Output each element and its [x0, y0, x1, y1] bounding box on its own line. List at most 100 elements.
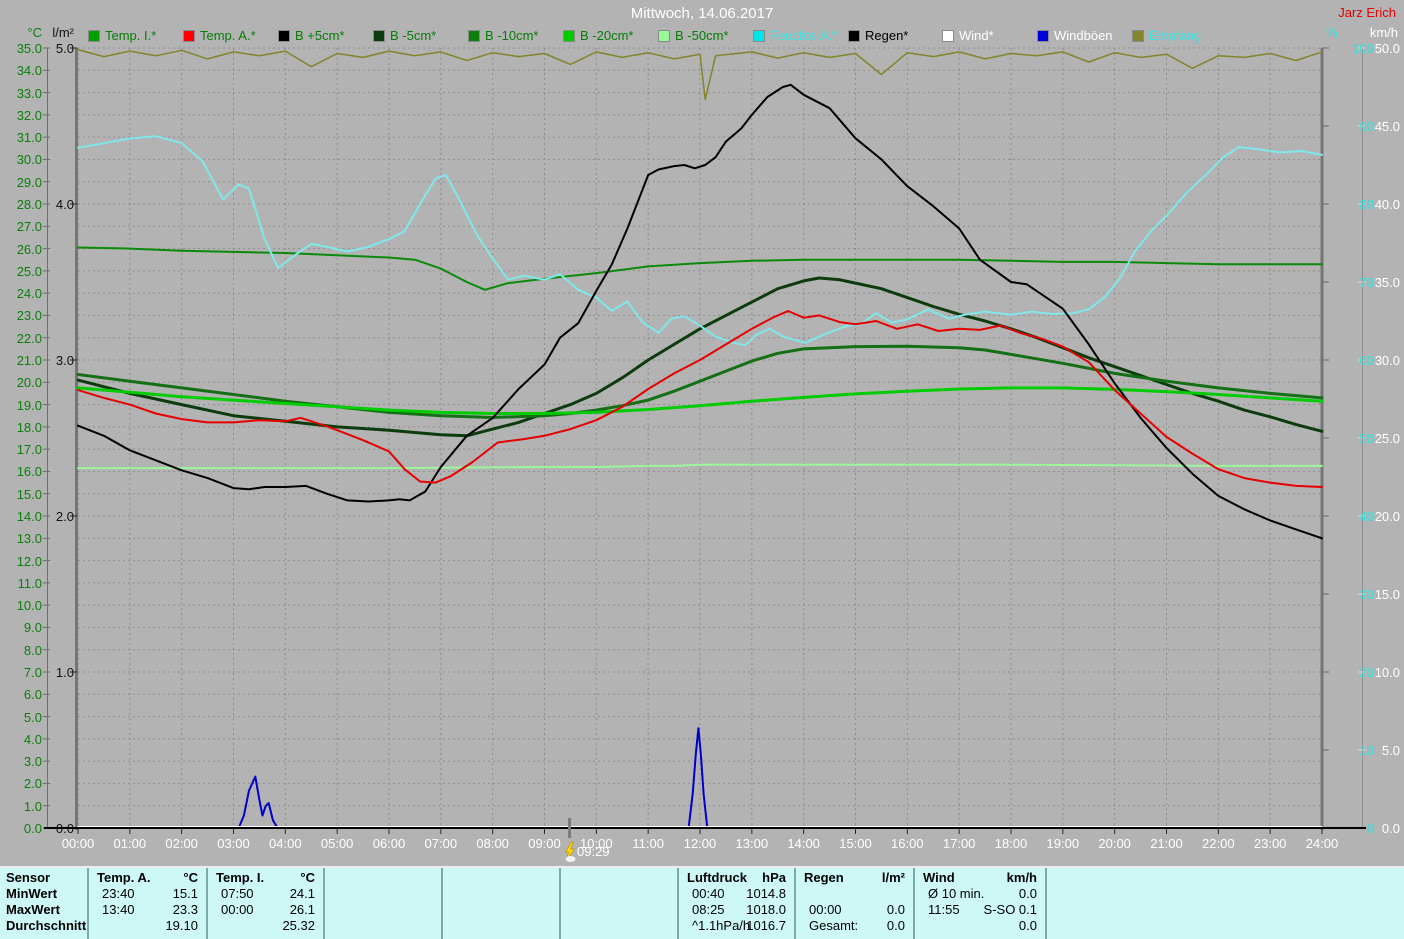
table-value-wind-1: S-SO 0.1: [923, 902, 1037, 917]
y-label-temp-0: 0.0: [2, 821, 42, 836]
y-label-temp-17: 17.0: [2, 442, 42, 457]
table-row-label-sensor: Sensor: [6, 870, 50, 885]
table-unit-regen: l/m²: [804, 870, 905, 885]
y-label-temp-20: 20.0: [2, 375, 42, 390]
x-label-22:00: 22:00: [1196, 836, 1240, 851]
table-separator: [677, 868, 679, 939]
y-label-temp-4: 4.0: [2, 732, 42, 747]
y-label-temp-2: 2.0: [2, 776, 42, 791]
y-label-temp-11: 11.0: [2, 576, 42, 591]
x-label-14:00: 14:00: [782, 836, 826, 851]
y-label-rain-2: 2.0: [44, 509, 74, 524]
table-value-temp_i-2: 25.32: [216, 918, 315, 933]
x-label-05:00: 05:00: [315, 836, 359, 851]
table-value-temp_a-0: 15.1: [97, 886, 198, 901]
table-unit-temp_a: °C: [97, 870, 198, 885]
y-label-temp-35: 35.0: [2, 41, 42, 56]
x-label-17:00: 17:00: [937, 836, 981, 851]
y-label-rain-5: 5.0: [44, 41, 74, 56]
x-label-13:00: 13:00: [730, 836, 774, 851]
y-label-wind-30: 30.0: [1366, 353, 1400, 368]
x-label-15:00: 15:00: [834, 836, 878, 851]
y-label-temp-18: 18.0: [2, 420, 42, 435]
y-label-rain-1: 1.0: [44, 665, 74, 680]
table-value-regen-2: 0.0: [804, 918, 905, 933]
y-label-temp-3: 3.0: [2, 754, 42, 769]
y-label-rain-3: 3.0: [44, 353, 74, 368]
x-label-18:00: 18:00: [989, 836, 1033, 851]
x-label-03:00: 03:00: [212, 836, 256, 851]
table-separator: [559, 868, 561, 939]
x-label-19:00: 19:00: [1041, 836, 1085, 851]
table-separator: [206, 868, 208, 939]
chart-canvas: [0, 0, 1404, 868]
y-label-temp-13: 13.0: [2, 531, 42, 546]
x-label-09:00: 09:00: [523, 836, 567, 851]
x-label-08:00: 08:00: [471, 836, 515, 851]
x-label-12:00: 12:00: [678, 836, 722, 851]
y-label-wind-15: 15.0: [1366, 587, 1400, 602]
table-separator: [441, 868, 443, 939]
y-label-temp-30: 30.0: [2, 152, 42, 167]
y-label-temp-31: 31.0: [2, 130, 42, 145]
x-label-07:00: 07:00: [419, 836, 463, 851]
x-label-16:00: 16:00: [885, 836, 929, 851]
x-label-21:00: 21:00: [1145, 836, 1189, 851]
table-value-luftdruck-1: 1018.0: [687, 902, 786, 917]
y-label-temp-25: 25.0: [2, 264, 42, 279]
x-label-06:00: 06:00: [367, 836, 411, 851]
table-value-wind-2: 0.0: [923, 918, 1037, 933]
y-label-temp-32: 32.0: [2, 108, 42, 123]
y-label-wind-35: 35.0: [1366, 275, 1400, 290]
y-label-wind-50: 50.0: [1366, 41, 1400, 56]
y-label-temp-5: 5.0: [2, 710, 42, 725]
x-label-24:00: 24:00: [1300, 836, 1344, 851]
table-value-regen-1: 0.0: [804, 902, 905, 917]
y-label-temp-12: 12.0: [2, 554, 42, 569]
y-label-temp-34: 34.0: [2, 63, 42, 78]
y-label-temp-10: 10.0: [2, 598, 42, 613]
y-label-temp-22: 22.0: [2, 331, 42, 346]
table-separator: [323, 868, 325, 939]
y-label-wind-20: 20.0: [1366, 509, 1400, 524]
y-label-wind-5: 5.0: [1366, 743, 1400, 758]
table-value-temp_i-0: 24.1: [216, 886, 315, 901]
cloud-icon: [566, 856, 576, 862]
y-label-rain-4: 4.0: [44, 197, 74, 212]
y-label-temp-15: 15.0: [2, 487, 42, 502]
y-label-temp-28: 28.0: [2, 197, 42, 212]
table-row-label-durchschnitt: Durchschnitt: [6, 918, 86, 933]
table-value-luftdruck-0: 1014.8: [687, 886, 786, 901]
y-label-wind-10: 10.0: [1366, 665, 1400, 680]
series-soil-plus5: [78, 85, 1322, 539]
x-label-00:00: 00:00: [56, 836, 100, 851]
x-label-04:00: 04:00: [263, 836, 307, 851]
y-label-temp-14: 14.0: [2, 509, 42, 524]
table-separator: [913, 868, 915, 939]
y-label-temp-33: 33.0: [2, 86, 42, 101]
event-marker-time: 09:29: [577, 844, 610, 859]
y-label-temp-19: 19.0: [2, 398, 42, 413]
table-unit-luftdruck: hPa: [687, 870, 786, 885]
table-separator: [794, 868, 796, 939]
table-unit-wind: km/h: [923, 870, 1037, 885]
y-label-temp-29: 29.0: [2, 175, 42, 190]
y-label-temp-6: 6.0: [2, 687, 42, 702]
y-label-wind-45: 45.0: [1366, 119, 1400, 134]
x-label-20:00: 20:00: [1093, 836, 1137, 851]
table-separator: [1045, 868, 1047, 939]
y-label-wind-40: 40.0: [1366, 197, 1400, 212]
y-label-wind-0: 0.0: [1366, 821, 1400, 836]
x-label-02:00: 02:00: [160, 836, 204, 851]
table-value-temp_a-2: 19.10: [97, 918, 198, 933]
y-label-wind-25: 25.0: [1366, 431, 1400, 446]
table-value-wind-0: 0.0: [923, 886, 1037, 901]
table-separator: [87, 868, 89, 939]
table-unit-temp_i: °C: [216, 870, 315, 885]
x-label-01:00: 01:00: [108, 836, 152, 851]
table-value-luftdruck-2: 1016.7: [687, 918, 786, 933]
weather-station-chart-window: Mittwoch, 14.06.2017 Jarz Erich °C l/m² …: [0, 0, 1404, 939]
y-label-temp-8: 8.0: [2, 643, 42, 658]
table-row-label-minwert: MinWert: [6, 886, 57, 901]
y-label-temp-23: 23.0: [2, 308, 42, 323]
